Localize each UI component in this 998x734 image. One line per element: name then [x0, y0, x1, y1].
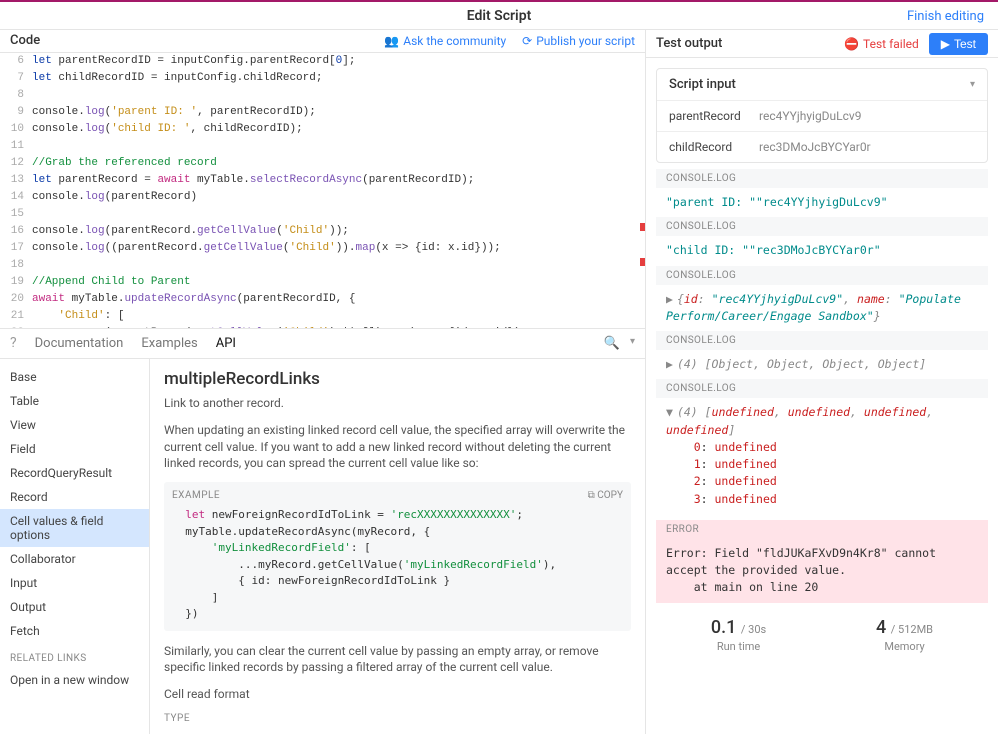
- publish-icon: ⟳: [522, 34, 532, 48]
- api-sidebar-item[interactable]: Collaborator: [0, 547, 149, 571]
- log-label: CONSOLE.LOG: [656, 169, 988, 188]
- runtime-label: Run time: [711, 640, 766, 653]
- console-log-block: CONSOLE.LOG"parent ID: ""rec4YYjhyigDuLc…: [656, 169, 988, 217]
- memory-sub: / 512MB: [891, 623, 933, 636]
- chevron-down-icon: ▾: [970, 79, 975, 90]
- line-number: 22: [0, 325, 32, 328]
- api-sidebar-item[interactable]: Cell values & field options: [0, 509, 149, 547]
- input-label: childRecord: [669, 140, 749, 154]
- api-doc-title: multipleRecordLinks: [164, 369, 631, 389]
- line-number: 11: [0, 138, 32, 155]
- tab-documentation[interactable]: Documentation: [35, 336, 124, 351]
- api-doc-p4: Cell read format: [164, 686, 631, 703]
- search-icon[interactable]: 🔍: [604, 336, 620, 351]
- test-button[interactable]: ▶ Test: [929, 33, 988, 55]
- line-number: 19: [0, 274, 32, 291]
- line-number: 8: [0, 87, 32, 104]
- chevron-down-icon[interactable]: ▾: [630, 336, 635, 351]
- api-sidebar-item[interactable]: Record: [0, 485, 149, 509]
- log-label: CONSOLE.LOG: [656, 266, 988, 285]
- tab-examples[interactable]: Examples: [141, 336, 197, 351]
- line-number: 6: [0, 53, 32, 70]
- script-input-row[interactable]: parentRecord rec4YYjhyigDuLcv9: [657, 100, 987, 131]
- copy-icon: ⧉: [588, 490, 595, 501]
- api-doc-p2: When updating an existing linked record …: [164, 422, 631, 472]
- api-sidebar-item[interactable]: View: [0, 413, 149, 437]
- log-label: CONSOLE.LOG: [656, 379, 988, 398]
- log-label: CONSOLE.LOG: [656, 217, 988, 236]
- related-links-heading: RELATED LINKS: [0, 643, 149, 668]
- console-log-block: CONSOLE.LOG▶{id: "rec4YYjhyigDuLcv9", na…: [656, 266, 988, 332]
- input-value: rec4YYjhyigDuLcv9: [759, 109, 861, 123]
- code-editor[interactable]: 6let parentRecordID = inputConfig.parent…: [0, 53, 645, 328]
- test-stats: 0.1 / 30s Run time 4 / 512MB Memory: [656, 609, 988, 661]
- line-number: 7: [0, 70, 32, 87]
- api-sidebar-item[interactable]: Table: [0, 389, 149, 413]
- code-header: Code 👥 Ask the community ⟳ Publish your …: [0, 30, 645, 53]
- api-sidebar: BaseTableViewFieldRecordQueryResultRecor…: [0, 359, 150, 734]
- api-doc-p3: Similarly, you can clear the current cel…: [164, 643, 631, 677]
- api-sidebar-item[interactable]: Fetch: [0, 619, 149, 643]
- finish-editing-link[interactable]: Finish editing: [907, 2, 984, 30]
- test-output-title: Test output: [656, 36, 722, 51]
- line-number: 9: [0, 104, 32, 121]
- play-icon: ▶: [941, 37, 950, 51]
- log-content: ▼(4) [undefined, undefined, undefined, u…: [656, 398, 988, 514]
- test-header: Test output ⛔ Test failed ▶ Test: [646, 30, 998, 58]
- input-value: rec3DMoJcBYCYar0r: [759, 140, 871, 154]
- tab-api[interactable]: API: [216, 336, 236, 351]
- script-input-box: Script input ▾ parentRecord rec4YYjhyigDu…: [656, 68, 988, 163]
- script-input-header[interactable]: Script input ▾: [657, 69, 987, 100]
- error-content: Error: Field "fldJUKaFXvD9n4Kr8" cannot …: [656, 539, 988, 603]
- memory-value: 4: [876, 617, 886, 638]
- line-number: 10: [0, 121, 32, 138]
- input-label: parentRecord: [669, 109, 749, 123]
- publish-script-link[interactable]: ⟳ Publish your script: [522, 34, 635, 48]
- log-content: ▶(4) [Object, Object, Object, Object]: [656, 350, 988, 379]
- line-number: 18: [0, 257, 32, 274]
- line-number: 17: [0, 240, 32, 257]
- console-log-block: CONSOLE.LOG"child ID: ""rec3DMoJcBYCYar0…: [656, 217, 988, 265]
- api-sidebar-item[interactable]: Base: [0, 365, 149, 389]
- error-label: ERROR: [656, 520, 988, 539]
- api-sidebar-item[interactable]: RecordQueryResult: [0, 461, 149, 485]
- api-sidebar-item[interactable]: Input: [0, 571, 149, 595]
- doc-tabs: ? Documentation Examples API 🔍 ▾: [0, 329, 645, 359]
- error-icon: ⛔: [844, 37, 859, 51]
- line-number: 12: [0, 155, 32, 172]
- line-number: 20: [0, 291, 32, 308]
- example-code: let newForeignRecordIdToLink = 'recXXXXX…: [172, 507, 623, 623]
- open-new-window-link[interactable]: Open in a new window: [0, 668, 149, 692]
- api-sidebar-item[interactable]: Output: [0, 595, 149, 619]
- community-icon: 👥: [384, 34, 399, 48]
- test-failed-badge: ⛔ Test failed: [844, 37, 919, 51]
- code-panel-title: Code: [10, 33, 40, 48]
- log-label: CONSOLE.LOG: [656, 331, 988, 350]
- page-title: Edit Script: [467, 8, 532, 24]
- topbar: Edit Script Finish editing: [0, 2, 998, 30]
- line-number: 15: [0, 206, 32, 223]
- type-label: TYPE: [164, 713, 631, 724]
- log-content: "child ID: ""rec3DMoJcBYCYar0r": [656, 236, 988, 265]
- line-number: 21: [0, 308, 32, 325]
- example-label: EXAMPLE: [172, 490, 623, 501]
- api-sidebar-item[interactable]: Field: [0, 437, 149, 461]
- help-icon[interactable]: ?: [10, 335, 17, 351]
- api-doc-desc: Link to another record.: [164, 395, 631, 412]
- line-number: 13: [0, 172, 32, 189]
- memory-label: Memory: [876, 640, 933, 653]
- script-input-row[interactable]: childRecord rec3DMoJcBYCYar0r: [657, 131, 987, 162]
- ask-community-link[interactable]: 👥 Ask the community: [384, 34, 506, 48]
- runtime-sub: / 30s: [741, 623, 766, 636]
- log-content: "parent ID: ""rec4YYjhyigDuLcv9": [656, 188, 988, 217]
- copy-button[interactable]: ⧉ COPY: [588, 490, 623, 501]
- error-block: ERROR Error: Field "fldJUKaFXvD9n4Kr8" c…: [656, 520, 988, 603]
- log-content: ▶{id: "rec4YYjhyigDuLcv9", name: "Popula…: [656, 285, 988, 332]
- api-doc: multipleRecordLinks Link to another reco…: [150, 359, 645, 734]
- line-number: 16: [0, 223, 32, 240]
- console-log-block: CONSOLE.LOG▼(4) [undefined, undefined, u…: [656, 379, 988, 514]
- console-log-block: CONSOLE.LOG▶(4) [Object, Object, Object,…: [656, 331, 988, 379]
- runtime-value: 0.1: [711, 617, 736, 638]
- line-number: 14: [0, 189, 32, 206]
